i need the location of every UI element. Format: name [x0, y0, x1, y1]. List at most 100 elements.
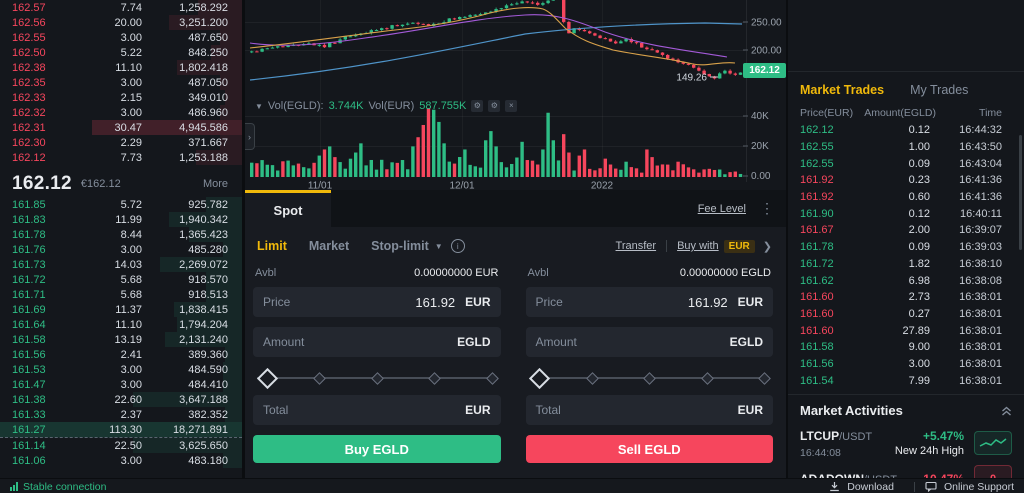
trade-row[interactable]: 162.120.1216:44:32	[788, 122, 1024, 139]
tab-my-trades[interactable]: My Trades	[910, 83, 968, 97]
orderbook-bid-row[interactable]: 161.7314.032,269.072	[0, 257, 242, 272]
orderbook-bid-row[interactable]: 161.27113.3018,271.891	[0, 422, 242, 438]
trade-time: 16:38:01	[930, 375, 1002, 387]
panel-expand-arrow[interactable]: ›	[245, 123, 255, 150]
orderbook-bid-row[interactable]: 161.3822.603,647.188	[0, 392, 242, 407]
trade-row[interactable]: 162.550.0916:43:04	[788, 155, 1024, 172]
info-icon[interactable]: i	[451, 239, 465, 253]
chevron-down-icon[interactable]: ▼	[255, 102, 263, 111]
more-menu-icon[interactable]: ⋮	[760, 200, 774, 217]
slider-handle[interactable]	[256, 368, 277, 389]
orderbook-bid-row[interactable]: 161.6411.101,794.204	[0, 317, 242, 332]
activity-pair: LTCUP	[800, 429, 839, 443]
candlestick-chart-panel[interactable]: 250.00200.0040K20K0.0011/0112/012022149.…	[245, 0, 786, 190]
orderbook-bid-row[interactable]: 161.1422.503,625.650	[0, 438, 242, 453]
fee-level-link[interactable]: Fee Level	[698, 203, 746, 215]
sell-amount-input[interactable]: Amount EGLD	[526, 327, 774, 357]
trade-row[interactable]: 161.563.0016:38:01	[788, 356, 1024, 373]
chevron-down-icon[interactable]: ▼	[435, 242, 443, 251]
buy-with-link[interactable]: Buy with	[677, 240, 719, 252]
orderbook-bid-row[interactable]: 161.5813.192,131.240	[0, 332, 242, 347]
slider-stop[interactable]	[643, 372, 656, 385]
orderbook-more-link[interactable]: More	[203, 178, 228, 190]
orderbook-ask-row[interactable]: 162.332.15349.010	[0, 90, 242, 105]
orderbook-ask-row[interactable]: 162.323.00486.960	[0, 105, 242, 120]
orderbook-ask-row[interactable]: 162.577.741,258.292	[0, 0, 242, 15]
trade-row[interactable]: 161.547.9916:38:01	[788, 372, 1024, 389]
orderbook-bid-row[interactable]: 161.788.441,365.423	[0, 227, 242, 242]
trade-row[interactable]: 161.600.2716:38:01	[788, 306, 1024, 323]
online-support-button[interactable]: Online Support	[925, 481, 1014, 493]
trade-row[interactable]: 161.589.0016:38:01	[788, 339, 1024, 356]
chevron-right-icon[interactable]: ❯	[763, 240, 772, 253]
slider-handle[interactable]	[529, 368, 550, 389]
orderbook-bid-row[interactable]: 161.473.00484.410	[0, 377, 242, 392]
trade-row[interactable]: 161.626.9816:38:08	[788, 272, 1024, 289]
orderbook-ask-row[interactable]: 162.3811.101,802.418	[0, 60, 242, 75]
indicator-config-icon[interactable]: ⚙	[488, 100, 500, 112]
candlestick-chart[interactable]: 250.00200.0040K20K0.0011/0112/012022149.…	[245, 0, 786, 190]
trade-row[interactable]: 161.920.2316:41:36	[788, 172, 1024, 189]
order-type-market[interactable]: Market	[309, 239, 349, 253]
buy-with-currency-badge[interactable]: EUR	[724, 240, 755, 253]
ask-amount: 2.15	[68, 92, 142, 104]
trade-price: 161.62	[800, 275, 870, 287]
orderbook-bid-row[interactable]: 161.063.00483.180	[0, 453, 242, 468]
buy-total-input[interactable]: Total EUR	[253, 395, 501, 425]
orderbook-ask-row[interactable]: 162.127.731,253.188	[0, 150, 242, 165]
activity-item[interactable]: ADADOWN/USDT -10.47% 0	[800, 465, 1012, 478]
bid-price: 161.47	[12, 379, 68, 391]
buy-price-input[interactable]: Price 161.92 EUR	[253, 287, 501, 317]
slider-stop[interactable]	[428, 372, 441, 385]
slider-stop[interactable]	[313, 372, 326, 385]
tab-spot[interactable]: Spot	[245, 190, 331, 227]
scrollbar[interactable]	[1019, 135, 1022, 250]
sell-button[interactable]: Sell EGLD	[526, 435, 774, 463]
orderbook-ask-row[interactable]: 162.553.00487.650	[0, 30, 242, 45]
orderbook-bid-row[interactable]: 161.855.72925.782	[0, 197, 242, 212]
download-button[interactable]: Download	[829, 481, 894, 493]
orderbook-bid-row[interactable]: 161.332.37382.352	[0, 407, 242, 422]
orderbook-bid-row[interactable]: 161.725.68918.570	[0, 272, 242, 287]
orderbook-ask-row[interactable]: 162.5620.003,251.200	[0, 15, 242, 30]
buy-amount-slider[interactable]	[257, 367, 497, 389]
slider-stop[interactable]	[586, 372, 599, 385]
indicator-settings-icon[interactable]: ⚙	[471, 100, 483, 112]
order-type-stop-limit[interactable]: Stop-limit	[371, 239, 429, 253]
orderbook-bid-row[interactable]: 161.533.00484.590	[0, 362, 242, 377]
buy-amount-input[interactable]: Amount EGLD	[253, 327, 501, 357]
slider-stop[interactable]	[758, 372, 771, 385]
trade-row[interactable]: 161.6027.8916:38:01	[788, 322, 1024, 339]
trade-row[interactable]: 161.672.0016:39:07	[788, 222, 1024, 239]
slider-stop[interactable]	[371, 372, 384, 385]
transfer-link[interactable]: Transfer	[616, 240, 657, 252]
buy-button[interactable]: Buy EGLD	[253, 435, 501, 463]
orderbook-bid-row[interactable]: 161.763.00485.280	[0, 242, 242, 257]
orderbook-bid-row[interactable]: 161.562.41389.360	[0, 347, 242, 362]
slider-stop[interactable]	[701, 372, 714, 385]
sell-price-input[interactable]: Price 161.92 EUR	[526, 287, 774, 317]
trade-row[interactable]: 161.780.0916:39:03	[788, 239, 1024, 256]
sell-total-input[interactable]: Total EUR	[526, 395, 774, 425]
orderbook-ask-row[interactable]: 162.505.22848.250	[0, 45, 242, 60]
trade-row[interactable]: 161.721.8216:38:10	[788, 256, 1024, 273]
indicator-close-icon[interactable]: ×	[505, 100, 517, 112]
collapse-chevrons-icon[interactable]	[1001, 406, 1012, 416]
orderbook-ask-row[interactable]: 162.3130.474,945.586	[0, 120, 242, 135]
trade-row[interactable]: 161.602.7316:38:01	[788, 289, 1024, 306]
sell-amount-slider[interactable]	[530, 367, 770, 389]
orderbook-ask-row[interactable]: 162.353.00487.050	[0, 75, 242, 90]
order-type-limit[interactable]: Limit	[257, 239, 287, 253]
trade-row[interactable]: 161.920.6016:41:36	[788, 189, 1024, 206]
orderbook-bid-row[interactable]: 161.6911.371,838.415	[0, 302, 242, 317]
trade-row[interactable]: 162.551.0016:43:50	[788, 139, 1024, 156]
activity-item[interactable]: LTCUP/USDT 16:44:08 +5.47% New 24h High	[800, 427, 1012, 459]
orderbook-bid-row[interactable]: 161.8311.991,940.342	[0, 212, 242, 227]
orderbook-ask-row[interactable]: 162.302.29371.667	[0, 135, 242, 150]
bid-total: 925.782	[142, 199, 228, 211]
slider-stop[interactable]	[486, 372, 499, 385]
tab-market-trades[interactable]: Market Trades	[800, 83, 884, 97]
orderbook-bid-row[interactable]: 161.715.68918.513	[0, 287, 242, 302]
trade-row[interactable]: 161.900.1216:40:11	[788, 205, 1024, 222]
spot-trade-panel: Spot Fee Level ⋮ Limit Market Stop-limit…	[245, 190, 786, 478]
